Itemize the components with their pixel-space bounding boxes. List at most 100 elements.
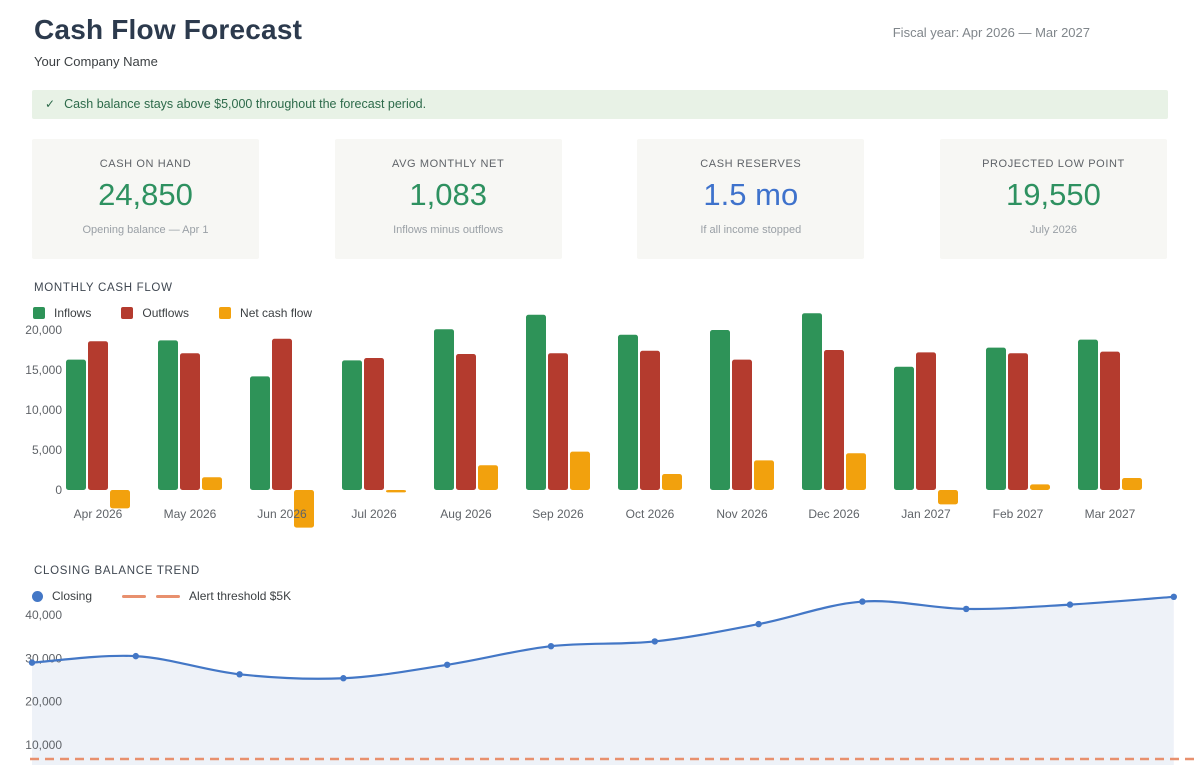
check-icon: ✓: [45, 97, 55, 111]
card-caption: July 2026: [940, 224, 1167, 236]
svg-text:Jul 2026: Jul 2026: [351, 507, 397, 521]
bar-outflows-mar-2027: [1100, 352, 1120, 490]
card-label: CASH RESERVES: [637, 158, 864, 170]
legend-label: Inflows: [54, 306, 91, 320]
bar-inflows-feb-2027: [986, 348, 1006, 490]
bar-inflows-jun-2026: [250, 376, 270, 490]
closing-point-apr-2026: [29, 659, 35, 665]
bar-outflows-jan-2027: [916, 352, 936, 490]
svg-text:Dec 2026: Dec 2026: [808, 507, 860, 521]
closing-point-aug-2026: [444, 662, 450, 668]
legend-label: Outflows: [142, 306, 189, 320]
svg-text:Nov 2026: Nov 2026: [716, 507, 768, 521]
legend-label: Alert threshold $5K: [189, 589, 291, 603]
svg-text:Apr 2026: Apr 2026: [74, 507, 123, 521]
bar-net-cash-flow-dec-2026: [846, 453, 866, 490]
bar-net-cash-flow-apr-2026: [110, 490, 130, 508]
svg-text:40,000: 40,000: [25, 608, 62, 622]
bar-net-cash-flow-mar-2027: [1122, 478, 1142, 490]
card-value: 24,850: [32, 177, 259, 213]
svg-text:Jun 2026: Jun 2026: [257, 507, 307, 521]
bar-outflows-dec-2026: [824, 350, 844, 490]
card-value: 1.5 mo: [637, 177, 864, 213]
bar-net-cash-flow-jan-2027: [938, 490, 958, 504]
closing-point-dec-2026: [859, 598, 865, 604]
status-banner: ✓Cash balance stays above $5,000 through…: [32, 90, 1168, 119]
bar-inflows-oct-2026: [618, 335, 638, 490]
bar-inflows-dec-2026: [802, 313, 822, 490]
bar-outflows-jun-2026: [272, 339, 292, 490]
page-title: Cash Flow Forecast: [34, 14, 302, 46]
bar-chart-title: MONTHLY CASH FLOW: [34, 282, 173, 294]
card-cash-reserves: CASH RESERVES 1.5 mo If all income stopp…: [637, 139, 864, 259]
cash-flow-dashboard: Cash Flow Forecast Your Company Name Fis…: [0, 0, 1200, 765]
bar-inflows-sep-2026: [526, 315, 546, 490]
svg-text:20,000: 20,000: [25, 323, 62, 337]
svg-text:20,000: 20,000: [25, 695, 62, 709]
bar-inflows-may-2026: [158, 340, 178, 490]
svg-text:10,000: 10,000: [25, 403, 62, 417]
line-chart-title: CLOSING BALANCE TREND: [34, 565, 200, 577]
line-chart-legend: Closing Alert threshold $5K: [32, 589, 291, 603]
closing-area-fill: [32, 597, 1174, 765]
bar-net-cash-flow-nov-2026: [754, 460, 774, 490]
card-label: PROJECTED LOW POINT: [940, 158, 1167, 170]
svg-text:30,000: 30,000: [25, 651, 62, 665]
bar-inflows-jul-2026: [342, 360, 362, 490]
card-label: AVG MONTHLY NET: [335, 158, 562, 170]
bar-outflows-aug-2026: [456, 354, 476, 490]
bar-net-cash-flow-aug-2026: [478, 465, 498, 490]
stat-cards: CASH ON HAND 24,850 Opening balance — Ap…: [32, 139, 1167, 259]
card-label: CASH ON HAND: [32, 158, 259, 170]
legend-swatch-net-cash-flow-icon: [219, 307, 231, 319]
bar-outflows-may-2026: [180, 353, 200, 490]
legend-label: Net cash flow: [240, 306, 312, 320]
svg-text:5,000: 5,000: [32, 443, 62, 457]
bar-net-cash-flow-feb-2027: [1030, 484, 1050, 490]
card-projected-low-point: PROJECTED LOW POINT 19,550 July 2026: [940, 139, 1167, 259]
card-avg-monthly-net: AVG MONTHLY NET 1,083 Inflows minus outf…: [335, 139, 562, 259]
closing-point-sep-2026: [548, 643, 554, 649]
card-value: 1,083: [335, 177, 562, 213]
legend-item-alert-threshold-5k: Alert threshold $5K: [122, 589, 291, 603]
closing-line: [32, 597, 1174, 679]
card-cash-on-hand: CASH ON HAND 24,850 Opening balance — Ap…: [32, 139, 259, 259]
svg-text:May 2026: May 2026: [164, 507, 217, 521]
legend-closing-dot-icon: [32, 591, 43, 602]
closing-point-nov-2026: [755, 621, 761, 627]
bar-outflows-oct-2026: [640, 351, 660, 490]
bar-outflows-sep-2026: [548, 353, 568, 490]
bar-inflows-mar-2027: [1078, 340, 1098, 490]
bar-chart-legend: Inflows Outflows Net cash flow: [33, 306, 312, 320]
legend-swatch-outflows-icon: [121, 307, 133, 319]
fiscal-year-label: Fiscal year: Apr 2026 — Mar 2027: [893, 25, 1090, 40]
closing-point-may-2026: [133, 653, 139, 659]
svg-text:Mar 2027: Mar 2027: [1085, 507, 1136, 521]
closing-point-mar-2027: [1171, 594, 1177, 600]
legend-item-closing: Closing: [32, 589, 92, 603]
legend-item-outflows: Outflows: [121, 306, 189, 320]
card-caption: Opening balance — Apr 1: [32, 224, 259, 236]
legend-label: Closing: [52, 589, 92, 603]
company-name: Your Company Name: [34, 54, 158, 69]
bar-net-cash-flow-sep-2026: [570, 452, 590, 490]
legend-swatch-inflows-icon: [33, 307, 45, 319]
bar-net-cash-flow-jul-2026: [386, 490, 406, 492]
legend-item-inflows: Inflows: [33, 306, 91, 320]
closing-point-oct-2026: [652, 638, 658, 644]
bar-outflows-feb-2027: [1008, 353, 1028, 490]
bar-net-cash-flow-may-2026: [202, 477, 222, 490]
closing-point-feb-2027: [1067, 601, 1073, 607]
bar-net-cash-flow-jun-2026: [294, 490, 314, 528]
bar-inflows-apr-2026: [66, 360, 86, 490]
closing-point-jul-2026: [340, 675, 346, 681]
svg-text:Aug 2026: Aug 2026: [440, 507, 492, 521]
bar-outflows-nov-2026: [732, 360, 752, 490]
svg-text:Oct 2026: Oct 2026: [626, 507, 675, 521]
legend-item-net-cash-flow: Net cash flow: [219, 306, 312, 320]
card-caption: Inflows minus outflows: [335, 224, 562, 236]
card-caption: If all income stopped: [637, 224, 864, 236]
svg-text:Feb 2027: Feb 2027: [993, 507, 1044, 521]
legend-threshold-dash-icon: [122, 595, 180, 598]
closing-point-jan-2027: [963, 606, 969, 612]
